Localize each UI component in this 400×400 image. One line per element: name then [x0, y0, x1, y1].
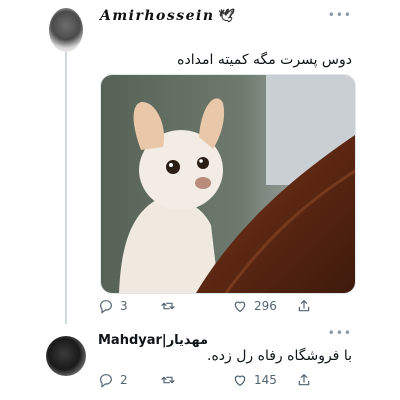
reply-like-count: 145 [254, 373, 277, 387]
author-name-text: Amirhossein [100, 8, 215, 24]
retweet-button[interactable] [160, 298, 182, 314]
more-options-icon[interactable]: ••• [328, 8, 352, 22]
heart-icon [234, 301, 246, 313]
reply-avatar[interactable] [46, 336, 86, 376]
reply-icon [100, 300, 112, 314]
like-button[interactable]: 296 [232, 298, 277, 314]
heart-icon [234, 375, 246, 387]
reply-text: با فروشگاه رفاه رل زده. [207, 348, 352, 364]
avatar[interactable] [49, 8, 83, 52]
reply-share-button[interactable] [296, 372, 312, 388]
reply-author-name[interactable]: Mahdyar|مهدیار [98, 333, 208, 348]
share-button[interactable] [296, 298, 312, 314]
share-icon [298, 373, 310, 386]
reply-reply-button[interactable]: 2 [98, 372, 128, 388]
reply-icon [100, 374, 112, 388]
bird-icon: 🕊 [218, 8, 237, 24]
reply-count: 3 [120, 299, 128, 313]
tweet-image[interactable] [100, 74, 356, 294]
tweet-text: دوس پسرت مگه کمیته امداده [177, 52, 352, 68]
reply-actions: 2 145 [98, 372, 328, 390]
reply-reply-count: 2 [120, 373, 128, 387]
thread-connector-line [65, 52, 67, 324]
reply-like-button[interactable]: 145 [232, 372, 277, 388]
reply-button[interactable]: 3 [98, 298, 128, 314]
like-count: 296 [254, 299, 277, 313]
retweet-icon [161, 302, 175, 310]
reply-retweet-button[interactable] [160, 372, 182, 388]
retweet-icon [161, 376, 175, 384]
tweet-actions: 3 296 [98, 298, 328, 316]
reply-more-options-icon[interactable]: ••• [328, 326, 352, 340]
share-icon [298, 299, 310, 312]
tweet-author-name[interactable]: Amirhossein 🕊 [100, 8, 237, 24]
